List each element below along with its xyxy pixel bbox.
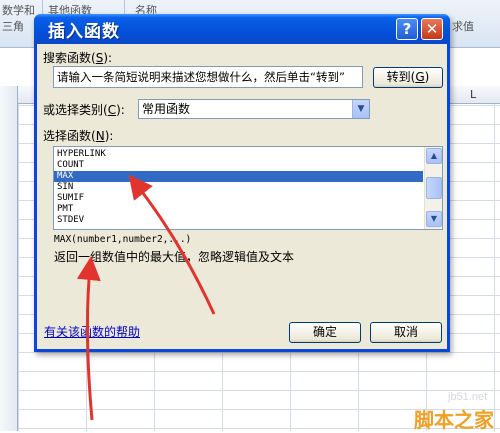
- search-input[interactable]: 请输入一条简短说明来描述您想做什么，然后单击“转到”: [53, 66, 363, 88]
- insert-function-dialog: 插入函数 ? ✕ 搜索函数(S): 请输入一条简短说明来描述您想做什么，然后单击…: [34, 14, 450, 352]
- search-label: 搜索函数(S):: [43, 51, 113, 65]
- go-button[interactable]: 转到(G): [373, 67, 443, 88]
- function-item[interactable]: COUNT: [54, 160, 423, 171]
- function-list[interactable]: HYPERLINK COUNT MAX SIN SUMIF PMT STDEV …: [53, 146, 443, 230]
- function-item-selected[interactable]: MAX: [54, 171, 423, 182]
- column-header-l[interactable]: L: [470, 88, 476, 101]
- ok-button[interactable]: 确定: [289, 322, 361, 343]
- dialog-titlebar[interactable]: 插入函数 ? ✕: [34, 14, 450, 44]
- function-list-scrollbar[interactable]: ▲ ▼: [424, 147, 442, 229]
- scroll-thumb[interactable]: [426, 177, 442, 199]
- watermark-brand: 脚本之家: [414, 408, 494, 432]
- ribbon-item[interactable]: 求值: [452, 18, 474, 34]
- close-icon[interactable]: ✕: [421, 18, 443, 40]
- category-value: 常用函数: [142, 102, 191, 116]
- function-signature: MAX(number1,number2,...): [54, 234, 192, 245]
- scroll-up-icon[interactable]: ▲: [426, 148, 442, 164]
- category-select[interactable]: 常用函数 ▼: [138, 99, 370, 119]
- function-item[interactable]: HYPERLINK: [54, 149, 423, 160]
- category-label: 或选择类别(C):: [43, 103, 125, 117]
- watermark-site: jb51.net: [448, 391, 488, 403]
- function-list-label: 选择函数(N):: [43, 129, 114, 143]
- scroll-down-icon[interactable]: ▼: [426, 211, 442, 227]
- function-item[interactable]: STDEV: [54, 215, 423, 226]
- dialog-title: 插入函数: [48, 22, 120, 42]
- help-icon[interactable]: ?: [396, 18, 418, 40]
- cancel-button[interactable]: 取消: [370, 322, 442, 343]
- function-item[interactable]: SUMIF: [54, 193, 423, 204]
- function-item[interactable]: SIN: [54, 182, 423, 193]
- ribbon-item[interactable]: 数学和: [2, 2, 35, 18]
- function-help-link[interactable]: 有关该函数的帮助: [44, 323, 140, 340]
- chevron-down-icon[interactable]: ▼: [352, 100, 369, 118]
- row-header-strip: [0, 86, 18, 431]
- function-item[interactable]: PMT: [54, 204, 423, 215]
- function-description: 返回一组数值中的最大值，忽略逻辑值及文本: [54, 250, 295, 264]
- ribbon-item[interactable]: 三角: [2, 18, 24, 34]
